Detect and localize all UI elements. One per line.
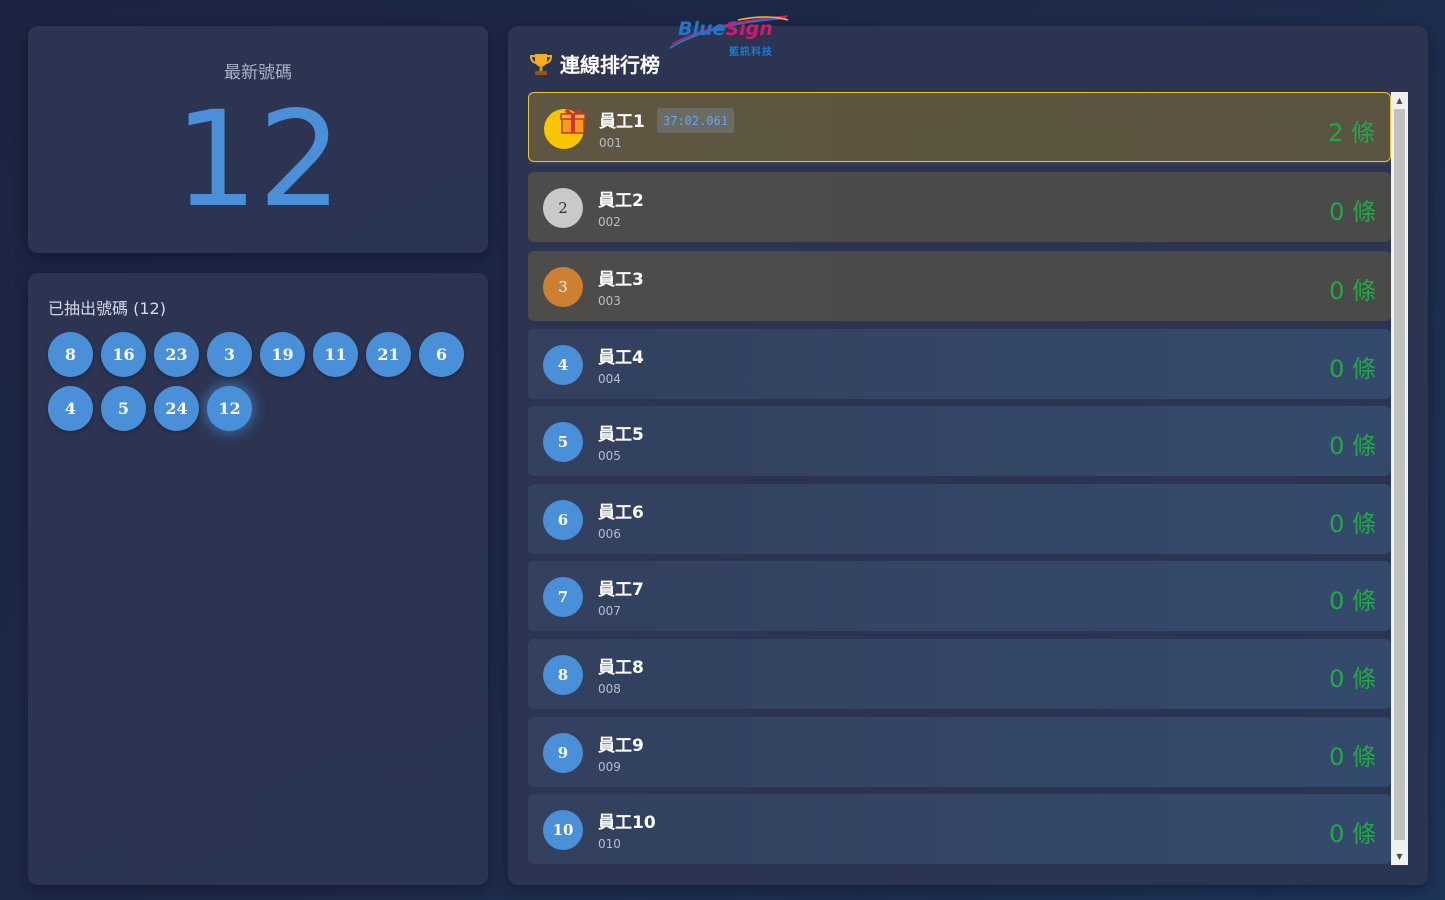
drawn-ball: 5 (101, 386, 146, 431)
drawn-ball: 16 (101, 332, 146, 377)
line-count: 0 條 (1329, 743, 1376, 771)
line-count: 2 條 (1328, 119, 1375, 147)
employee-name: 員工8 (598, 658, 644, 678)
drawn-ball-latest: 12 (207, 386, 252, 431)
drawn-ball: 19 (260, 332, 305, 377)
line-count: 0 條 (1329, 198, 1376, 226)
ranking-row-6: 6 員工6 006 0 條 (528, 484, 1391, 554)
drawn-ball: 23 (154, 332, 199, 377)
drawn-ball: 4 (48, 386, 93, 431)
logo-text-sign: Sign (725, 18, 773, 40)
rank-badge: 9 (543, 733, 583, 773)
employee-code: 001 (599, 136, 622, 150)
employee-code: 008 (598, 682, 621, 696)
drawn-ball: 24 (154, 386, 199, 431)
ranking-row-10: 10 員工10 010 0 條 (528, 794, 1391, 864)
ranking-row-2: 2 員工2 002 0 條 (528, 172, 1391, 242)
bluesign-logo: BlueSign 藍訊科技 (668, 14, 793, 58)
ranking-row-1: 員工1 37:02.061 001 2 條 (528, 92, 1391, 162)
bingo-time: 37:02.061 (657, 108, 735, 133)
trophy-icon (530, 53, 552, 75)
drawn-ball: 3 (207, 332, 252, 377)
ranking-title-text: 連線排行榜 (560, 53, 660, 77)
ranking-title: 連線排行榜 (530, 49, 660, 78)
drawn-numbers-title: 已抽出號碼 (12) (48, 299, 166, 318)
ranking-row-3: 3 員工3 003 0 條 (528, 251, 1391, 321)
latest-number: 12 (174, 83, 342, 237)
ranking-row-8: 8 員工8 008 0 條 (528, 639, 1391, 709)
line-count: 0 條 (1329, 665, 1376, 693)
drawn-ball: 21 (366, 332, 411, 377)
line-count: 0 條 (1329, 820, 1376, 848)
employee-name: 員工1 (599, 112, 645, 132)
drawn-ball: 8 (48, 332, 93, 377)
employee-code: 005 (598, 449, 621, 463)
employee-name: 員工5 (598, 425, 644, 445)
rank-badge: 10 (543, 810, 583, 850)
line-count: 0 條 (1329, 277, 1376, 305)
drawn-ball: 6 (419, 332, 464, 377)
employee-code: 004 (598, 372, 621, 386)
ranking-list[interactable]: 員工1 37:02.061 001 2 條 2 員工2 002 0 條 3 員工… (528, 92, 1391, 865)
ranking-scrollbar[interactable]: ▲ ▼ (1391, 92, 1408, 865)
rank-badge: 6 (543, 500, 583, 540)
rank-badge: 7 (543, 577, 583, 617)
employee-name: 員工6 (598, 503, 644, 523)
line-count: 0 條 (1329, 432, 1376, 460)
line-count: 0 條 (1329, 510, 1376, 538)
logo-text-blue: Blue (678, 18, 726, 40)
scroll-up-arrow-icon[interactable]: ▲ (1391, 92, 1408, 109)
employee-code: 003 (598, 294, 621, 308)
employee-name: 員工9 (598, 736, 644, 756)
rank-badge: 4 (543, 345, 583, 385)
employee-name: 員工7 (598, 580, 644, 600)
line-count: 0 條 (1329, 355, 1376, 383)
employee-code: 006 (598, 527, 621, 541)
rank-badge-bronze: 3 (543, 267, 583, 307)
employee-name: 員工2 (598, 191, 644, 211)
logo-subtitle: 藍訊科技 (729, 47, 773, 58)
rank-badge: 8 (543, 655, 583, 695)
ranking-row-9: 9 員工9 009 0 條 (528, 717, 1391, 787)
employee-name: 員工3 (598, 270, 644, 290)
rank-badge-silver: 2 (543, 188, 583, 228)
ranking-row-7: 7 員工7 007 0 條 (528, 561, 1391, 631)
employee-code: 009 (598, 760, 621, 774)
employee-name: 員工10 (598, 813, 656, 833)
ranking-row-5: 5 員工5 005 0 條 (528, 406, 1391, 476)
ranking-row-4: 4 員工4 004 0 條 (528, 329, 1391, 399)
gift-icon (560, 109, 586, 134)
latest-number-label: 最新號碼 (224, 63, 292, 83)
drawn-ball: 11 (313, 332, 358, 377)
employee-code: 007 (598, 604, 621, 618)
line-count: 0 條 (1329, 587, 1376, 615)
scrollbar-thumb[interactable] (1394, 109, 1405, 840)
rank-badge: 5 (543, 422, 583, 462)
employee-name: 員工4 (598, 348, 644, 368)
employee-code: 010 (598, 837, 621, 851)
employee-code: 002 (598, 215, 621, 229)
drawn-numbers-list: 8 16 23 3 19 11 21 6 4 5 24 12 (48, 332, 478, 431)
scroll-down-arrow-icon[interactable]: ▼ (1391, 848, 1408, 865)
